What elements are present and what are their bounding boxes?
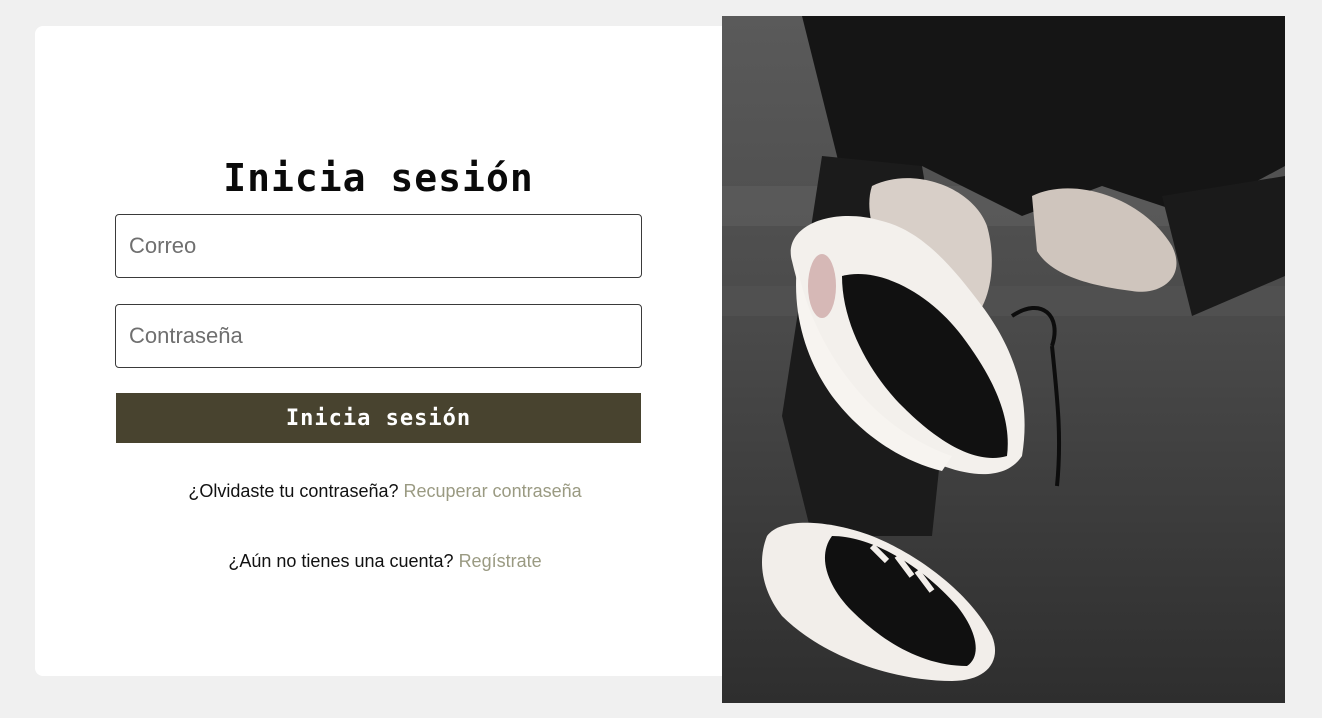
recover-password-link[interactable]: Recuperar contraseña (404, 481, 582, 501)
sneaker-photo (722, 16, 1285, 703)
login-page: Inicia sesión Inicia sesión ¿Olvidaste t… (0, 0, 1322, 718)
login-card: Inicia sesión Inicia sesión ¿Olvidaste t… (35, 26, 735, 676)
forgot-password-prompt: ¿Olvidaste tu contraseña? (188, 481, 399, 501)
email-field[interactable] (115, 214, 642, 278)
register-link[interactable]: Regístrate (459, 551, 542, 571)
register-prompt: ¿Aún no tienes una cuenta? (228, 551, 454, 571)
login-button[interactable]: Inicia sesión (116, 393, 641, 443)
forgot-password-line: ¿Olvidaste tu contraseña? Recuperar cont… (35, 481, 735, 502)
page-title: Inicia sesión (223, 156, 534, 200)
register-line: ¿Aún no tienes una cuenta? Regístrate (35, 551, 735, 572)
password-field[interactable] (115, 304, 642, 368)
